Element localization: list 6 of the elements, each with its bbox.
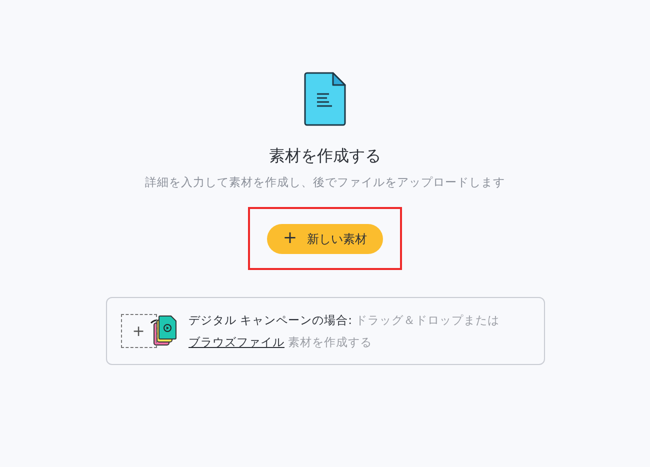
subtitle: 詳細を入力して素材を作成し、後でファイルをアップロードします [145, 174, 505, 190]
new-asset-button[interactable]: + 新しい素材 [266, 224, 384, 254]
drop-instructions: デジタル キャンペーンの場合: ドラッグ＆ドロップまたは ブラウズファイル 素材を作成する [188, 312, 501, 351]
document-icon [304, 72, 346, 126]
page-title: 素材を作成する [269, 146, 381, 166]
browse-files-link[interactable]: ブラウズファイル [188, 335, 284, 349]
